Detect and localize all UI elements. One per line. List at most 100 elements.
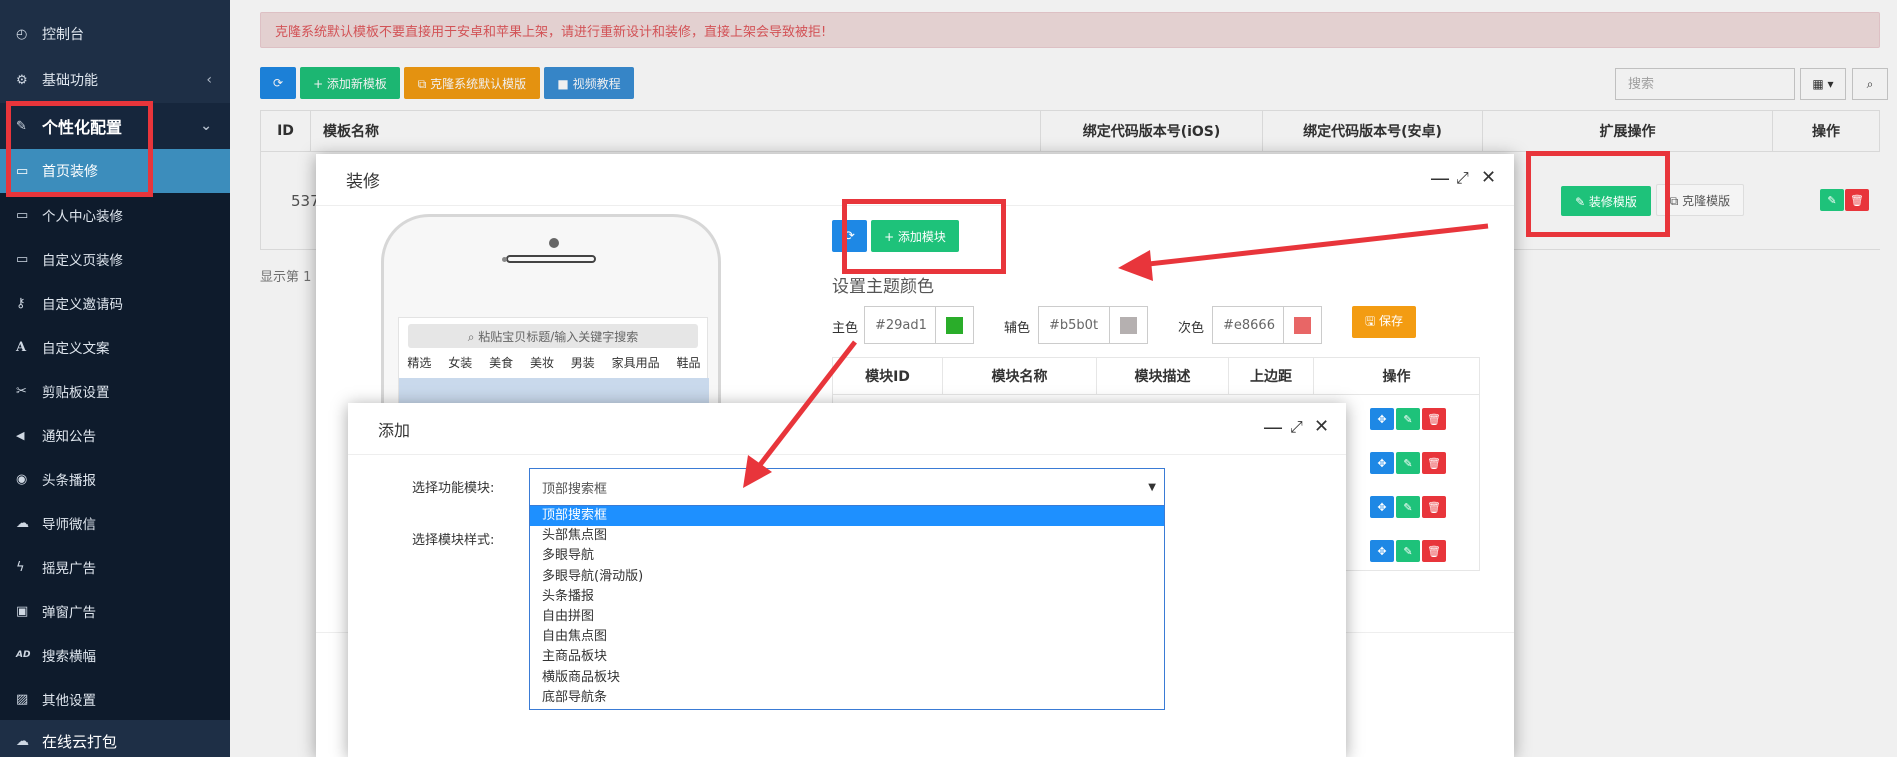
- edit-module-button[interactable]: ✎: [1396, 408, 1420, 430]
- sidebar-item-custom-page[interactable]: ▭ 自定义页装修: [0, 237, 230, 281]
- caret-down-icon: ▼: [1148, 481, 1156, 493]
- cloud-icon: ☁: [16, 733, 29, 749]
- sidebar-item-personalize[interactable]: ✎ 个性化配置 ⌄: [0, 103, 230, 149]
- bullhorn-icon: ◀: [16, 428, 25, 442]
- sidebar-item-invite-code[interactable]: ⚷ 自定义邀请码: [0, 281, 230, 325]
- trash-icon: 🗑: [1427, 412, 1441, 426]
- secondary-color-swatch[interactable]: [1109, 307, 1147, 343]
- tertiary-color-swatch[interactable]: [1283, 307, 1321, 343]
- wechat-icon: ☁: [16, 515, 29, 531]
- option-item[interactable]: 顶部搜索框: [530, 506, 1164, 527]
- trash-icon: 🗑: [1427, 456, 1441, 470]
- decorate-template-button[interactable]: ✎ 装修模版: [1561, 186, 1651, 216]
- phone-tab[interactable]: 家具用品: [612, 354, 660, 372]
- broadcast-icon: ◉: [16, 471, 28, 487]
- sidebar-item-label: 通知公告: [42, 429, 96, 445]
- sidebar-item-shake-ad[interactable]: ϟ 摇晃广告: [0, 545, 230, 589]
- maximize-icon[interactable]: ⤢: [1290, 417, 1303, 437]
- move-button[interactable]: ✥: [1370, 540, 1394, 562]
- edit-module-button[interactable]: ✎: [1396, 496, 1420, 518]
- popup-icon: ▣: [16, 603, 29, 619]
- secondary-color-input[interactable]: #b5b0t: [1038, 306, 1148, 344]
- sidebar-item-headline[interactable]: ◉ 头条播报: [0, 457, 230, 501]
- move-button[interactable]: ✥: [1370, 408, 1394, 430]
- option-item[interactable]: 头条播报: [530, 587, 1164, 607]
- sidebar-item-other-settings[interactable]: ▨ 其他设置: [0, 677, 230, 721]
- pencil-icon: ✎: [1403, 412, 1413, 426]
- move-icon: ✥: [1377, 456, 1387, 470]
- option-item[interactable]: 主商品板块: [530, 647, 1164, 667]
- option-item[interactable]: 底部导航条: [530, 688, 1164, 708]
- delete-module-button[interactable]: 🗑: [1422, 496, 1446, 518]
- sidebar-item-profile-decor[interactable]: ▭ 个人中心装修: [0, 193, 230, 237]
- delete-module-button[interactable]: 🗑: [1422, 408, 1446, 430]
- add-module-dialog: 添加 — ⤢ ✕ 选择功能模块: 选择模块样式: 顶部搜索框 ▼ 顶部搜索框 头…: [348, 403, 1346, 757]
- module-refresh-button[interactable]: ⟳: [832, 220, 867, 252]
- add-module-button[interactable]: + 添加模块: [871, 220, 959, 252]
- option-item[interactable]: 自由拼图: [530, 607, 1164, 627]
- primary-color-value: #29ad1: [875, 317, 927, 333]
- sidebar-item-mentor-wechat[interactable]: ☁ 导师微信: [0, 501, 230, 545]
- sidebar-item-popup-ad[interactable]: ▣ 弹窗广告: [0, 589, 230, 633]
- clone-template-button[interactable]: ⧉ 克隆模版: [1656, 184, 1744, 216]
- style-select-label: 选择模块样式:: [412, 533, 495, 548]
- sidebar-item-basic[interactable]: ⚙ 基础功能 ‹: [0, 58, 230, 102]
- sidebar-item-label: 导师微信: [42, 517, 96, 533]
- chevron-down-icon: ⌄: [200, 118, 212, 134]
- edit-module-button[interactable]: ✎: [1396, 540, 1420, 562]
- phone-category-tabs: 精选 女装 美食 美妆 男装 家具用品 鞋品: [399, 354, 709, 372]
- phone-tab[interactable]: 精选: [407, 354, 431, 372]
- primary-color-input[interactable]: #29ad1: [864, 306, 974, 344]
- sidebar-item-label: 个性化配置: [42, 118, 123, 137]
- pencil-icon: ✎: [1403, 500, 1413, 514]
- minimize-icon[interactable]: —: [1430, 168, 1450, 188]
- sidebar-item-clipboard[interactable]: ✂ 剪贴板设置: [0, 369, 230, 413]
- option-item[interactable]: 头部焦点图: [530, 526, 1164, 546]
- delete-button[interactable]: 🗑: [1845, 189, 1869, 211]
- delete-module-button[interactable]: 🗑: [1422, 540, 1446, 562]
- sidebar-item-label: 控制台: [42, 27, 84, 43]
- sidebar-item-cloud-pack[interactable]: ☁ 在线云打包: [0, 720, 230, 757]
- move-icon: ✥: [1377, 544, 1387, 558]
- sidebar-item-home-decor[interactable]: ▭ 首页装修: [0, 149, 230, 193]
- phone-search-bar[interactable]: ⌕ 粘贴宝贝标题/输入关键字搜索: [408, 324, 698, 348]
- secondary-swatch-fill: [1120, 316, 1137, 334]
- bolt-icon: ϟ: [16, 559, 25, 575]
- window-icon: ▭: [16, 163, 29, 179]
- maximize-icon[interactable]: ⤢: [1456, 168, 1469, 188]
- sidebar-item-label: 剪贴板设置: [42, 385, 110, 401]
- edit-button[interactable]: ✎: [1820, 189, 1844, 211]
- sidebar-item-custom-text[interactable]: A 自定义文案: [0, 325, 230, 369]
- close-icon[interactable]: ✕: [1314, 417, 1329, 437]
- option-item[interactable]: 多眼导航(滑动版): [530, 567, 1164, 587]
- option-item[interactable]: 横版商品板块: [530, 668, 1164, 688]
- sidebar-item-dashboard[interactable]: ◴ 控制台: [0, 12, 230, 56]
- magic-icon: ✎: [16, 118, 27, 134]
- module-select[interactable]: 顶部搜索框 ▼: [529, 468, 1165, 506]
- minimize-icon[interactable]: —: [1263, 417, 1283, 437]
- sidebar-item-label: 自定义页装修: [42, 253, 123, 269]
- image-icon: ▨: [16, 691, 29, 707]
- phone-tab[interactable]: 美食: [489, 354, 513, 372]
- option-item[interactable]: 自由焦点图: [530, 627, 1164, 647]
- phone-tab[interactable]: 鞋品: [676, 354, 700, 372]
- ad-icon: AD: [16, 650, 31, 660]
- theme-color-title: 设置主题颜色: [832, 277, 934, 297]
- secondary-color-label: 辅色: [1004, 321, 1031, 336]
- phone-tab[interactable]: 男装: [571, 354, 595, 372]
- tertiary-color-input[interactable]: #e8666: [1212, 306, 1322, 344]
- sidebar-item-label: 基础功能: [42, 73, 98, 89]
- phone-tab[interactable]: 女装: [448, 354, 472, 372]
- primary-color-swatch[interactable]: [935, 307, 973, 343]
- phone-tab[interactable]: 美妆: [530, 354, 554, 372]
- sidebar-item-search-banner[interactable]: AD 搜索横幅: [0, 633, 230, 677]
- sidebar-item-notice[interactable]: ◀ 通知公告: [0, 413, 230, 457]
- option-item[interactable]: 多眼导航: [530, 546, 1164, 566]
- delete-module-button[interactable]: 🗑: [1422, 452, 1446, 474]
- save-colors-button[interactable]: 🖫 保存: [1352, 306, 1416, 338]
- move-button[interactable]: ✥: [1370, 496, 1394, 518]
- close-icon[interactable]: ✕: [1481, 168, 1496, 188]
- edit-module-button[interactable]: ✎: [1396, 452, 1420, 474]
- move-button[interactable]: ✥: [1370, 452, 1394, 474]
- phone-sensor: [502, 257, 507, 262]
